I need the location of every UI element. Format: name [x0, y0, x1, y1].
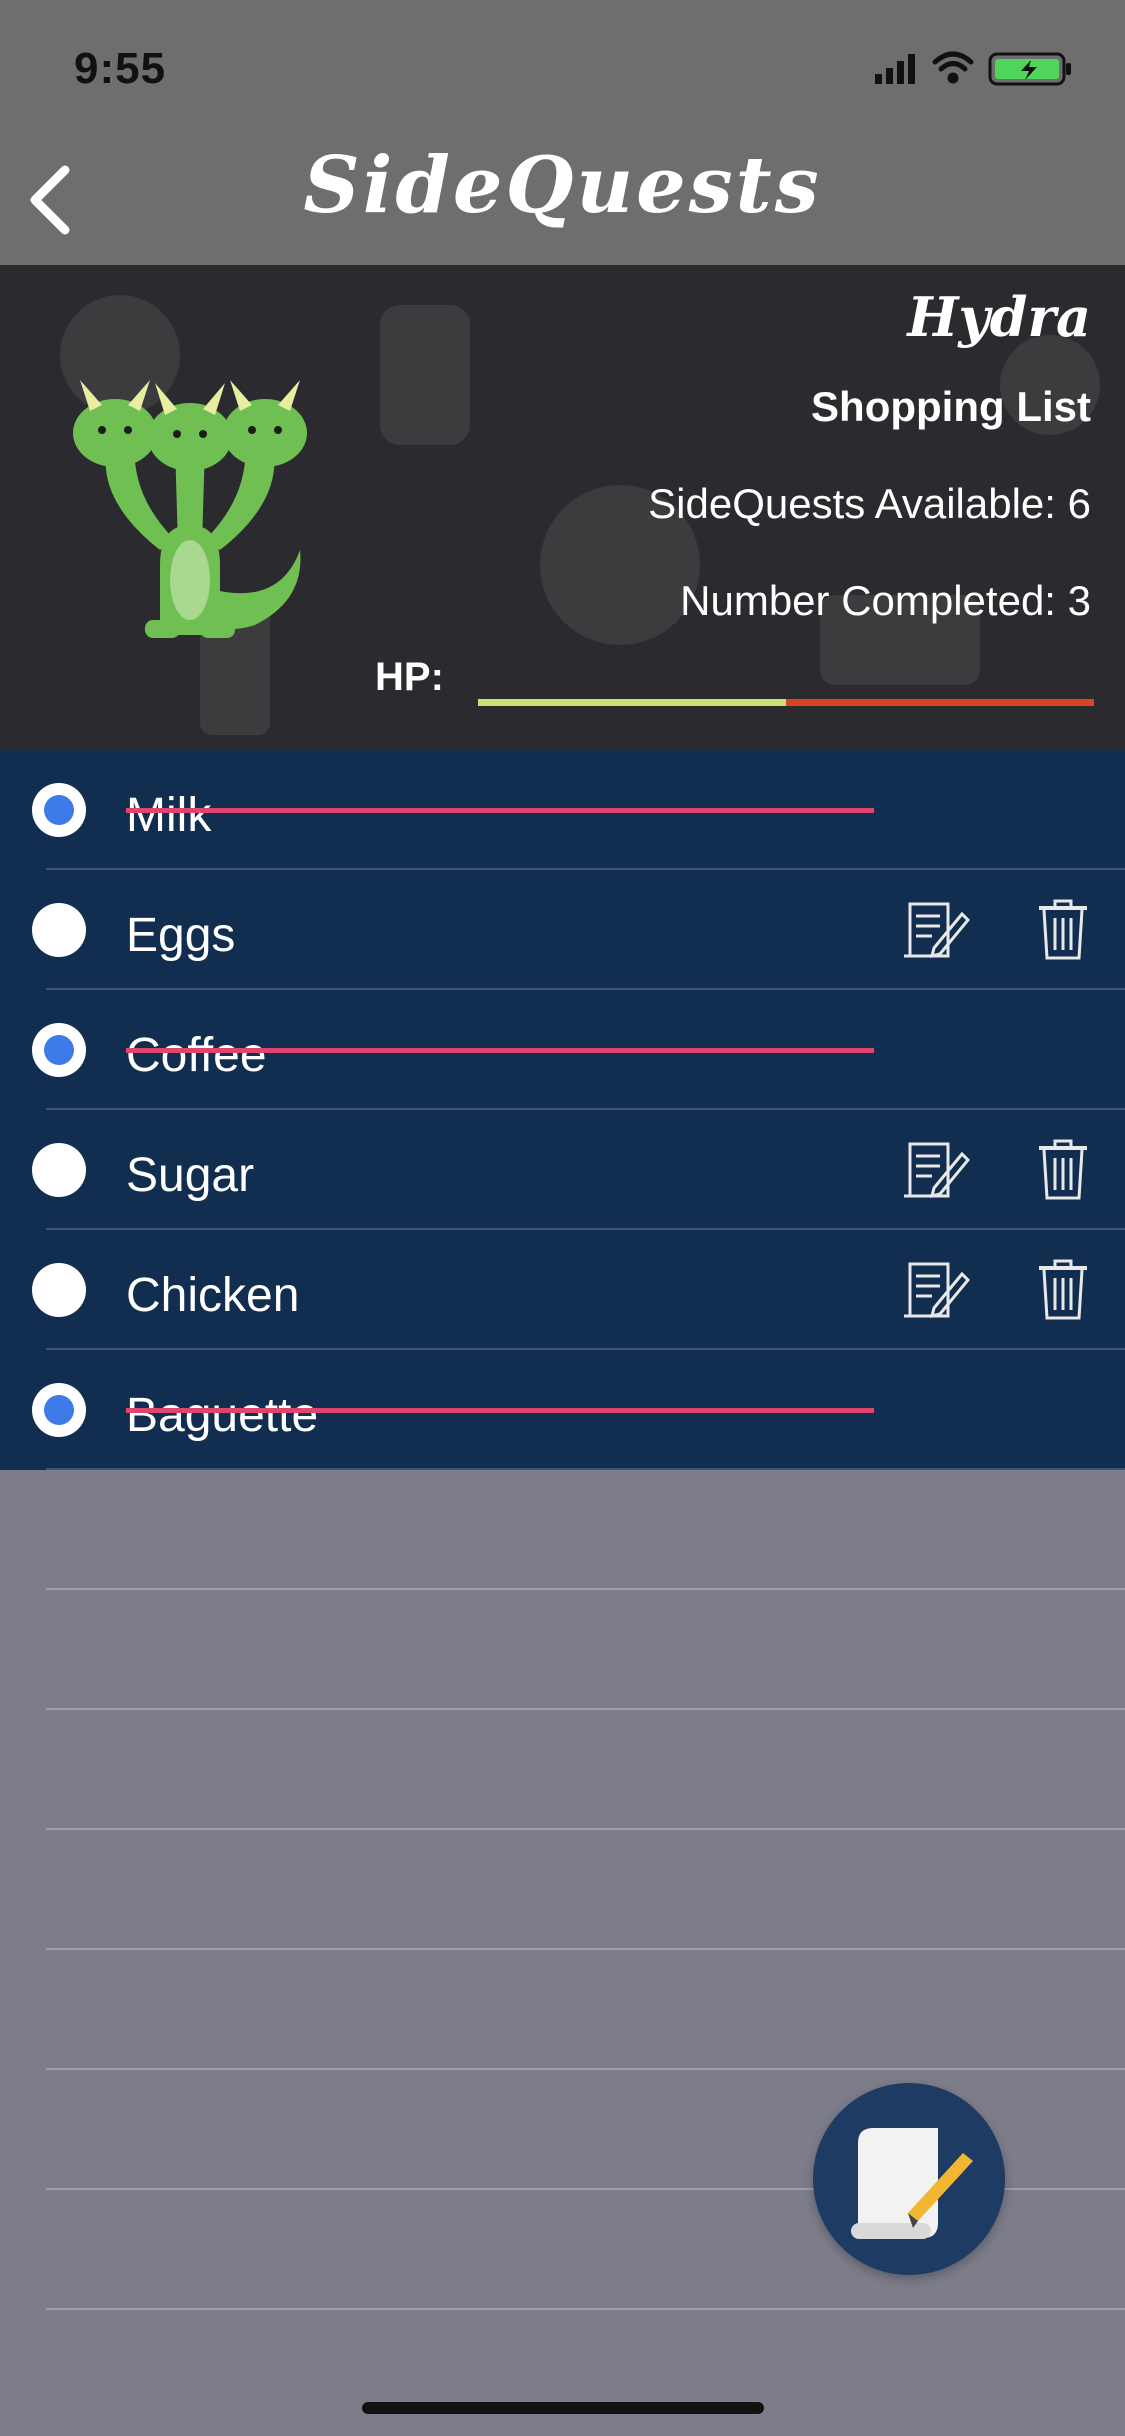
- complete-toggle[interactable]: [32, 903, 86, 957]
- row-separator: [46, 1708, 1125, 1710]
- top-bar: 9:55 SideQuests: [0, 0, 1125, 265]
- quest-row[interactable]: Coffee: [0, 990, 1125, 1110]
- strikethrough-line: [126, 808, 874, 813]
- quest-label: Milk: [126, 789, 212, 842]
- edit-icon[interactable]: [900, 1258, 970, 1324]
- row-separator: [46, 2308, 1125, 2310]
- wifi-icon: [932, 51, 974, 84]
- complete-toggle[interactable]: [32, 1383, 86, 1437]
- complete-toggle[interactable]: [32, 1263, 86, 1317]
- quests-available: SideQuests Available: 6: [648, 480, 1091, 527]
- hp-label: HP:: [375, 655, 444, 699]
- battery-icon: [988, 52, 1071, 86]
- quest-row[interactable]: Sugar: [0, 1110, 1125, 1230]
- add-quest-button[interactable]: [813, 2083, 1005, 2275]
- quest-list: Milk Eggs Coffee Sugar Chicken Baguette: [0, 750, 1125, 1470]
- quest-label: Chicken: [126, 1269, 300, 1322]
- complete-toggle[interactable]: [32, 1023, 86, 1077]
- strikethrough-line: [126, 1408, 874, 1413]
- quest-row[interactable]: Eggs: [0, 870, 1125, 990]
- trash-icon[interactable]: [1035, 1256, 1091, 1322]
- complete-toggle[interactable]: [32, 783, 86, 837]
- quest-label: Baguette: [126, 1389, 319, 1442]
- strikethrough-line: [126, 1048, 874, 1053]
- row-separator: [46, 1948, 1125, 1950]
- complete-toggle[interactable]: [32, 1143, 86, 1197]
- quest-label: Sugar: [126, 1149, 255, 1202]
- quest-label: Coffee: [126, 1029, 267, 1082]
- list-name: Shopping List: [811, 383, 1091, 430]
- quest-header: Hydra Shopping List SideQuests Available…: [0, 265, 1125, 750]
- trash-icon[interactable]: [1035, 1136, 1091, 1202]
- edit-icon[interactable]: [900, 898, 970, 964]
- page-title: SideQuests: [303, 140, 822, 231]
- home-indicator: [362, 2402, 764, 2414]
- quest-label: Eggs: [126, 909, 236, 962]
- signal-icon: [875, 54, 915, 84]
- row-separator: [46, 2068, 1125, 2070]
- quests-completed: Number Completed: 3: [680, 577, 1091, 624]
- row-separator: [46, 1588, 1125, 1590]
- edit-icon[interactable]: [900, 1138, 970, 1204]
- trash-icon[interactable]: [1035, 896, 1091, 962]
- scroll-quill-icon: [851, 2128, 973, 2239]
- monster-name: Hydra: [907, 285, 1091, 349]
- empty-list-area: [0, 1470, 1125, 2436]
- row-separator: [46, 1828, 1125, 1830]
- hp-bar: [478, 699, 1094, 706]
- quest-row[interactable]: Chicken: [0, 1230, 1125, 1350]
- quest-row[interactable]: Baguette: [0, 1350, 1125, 1470]
- status-time: 9:55: [74, 44, 167, 93]
- status-icons: [875, 51, 1071, 86]
- hp-bar-fill: [478, 699, 786, 706]
- hydra-avatar: [73, 380, 307, 638]
- quest-row[interactable]: Milk: [0, 750, 1125, 870]
